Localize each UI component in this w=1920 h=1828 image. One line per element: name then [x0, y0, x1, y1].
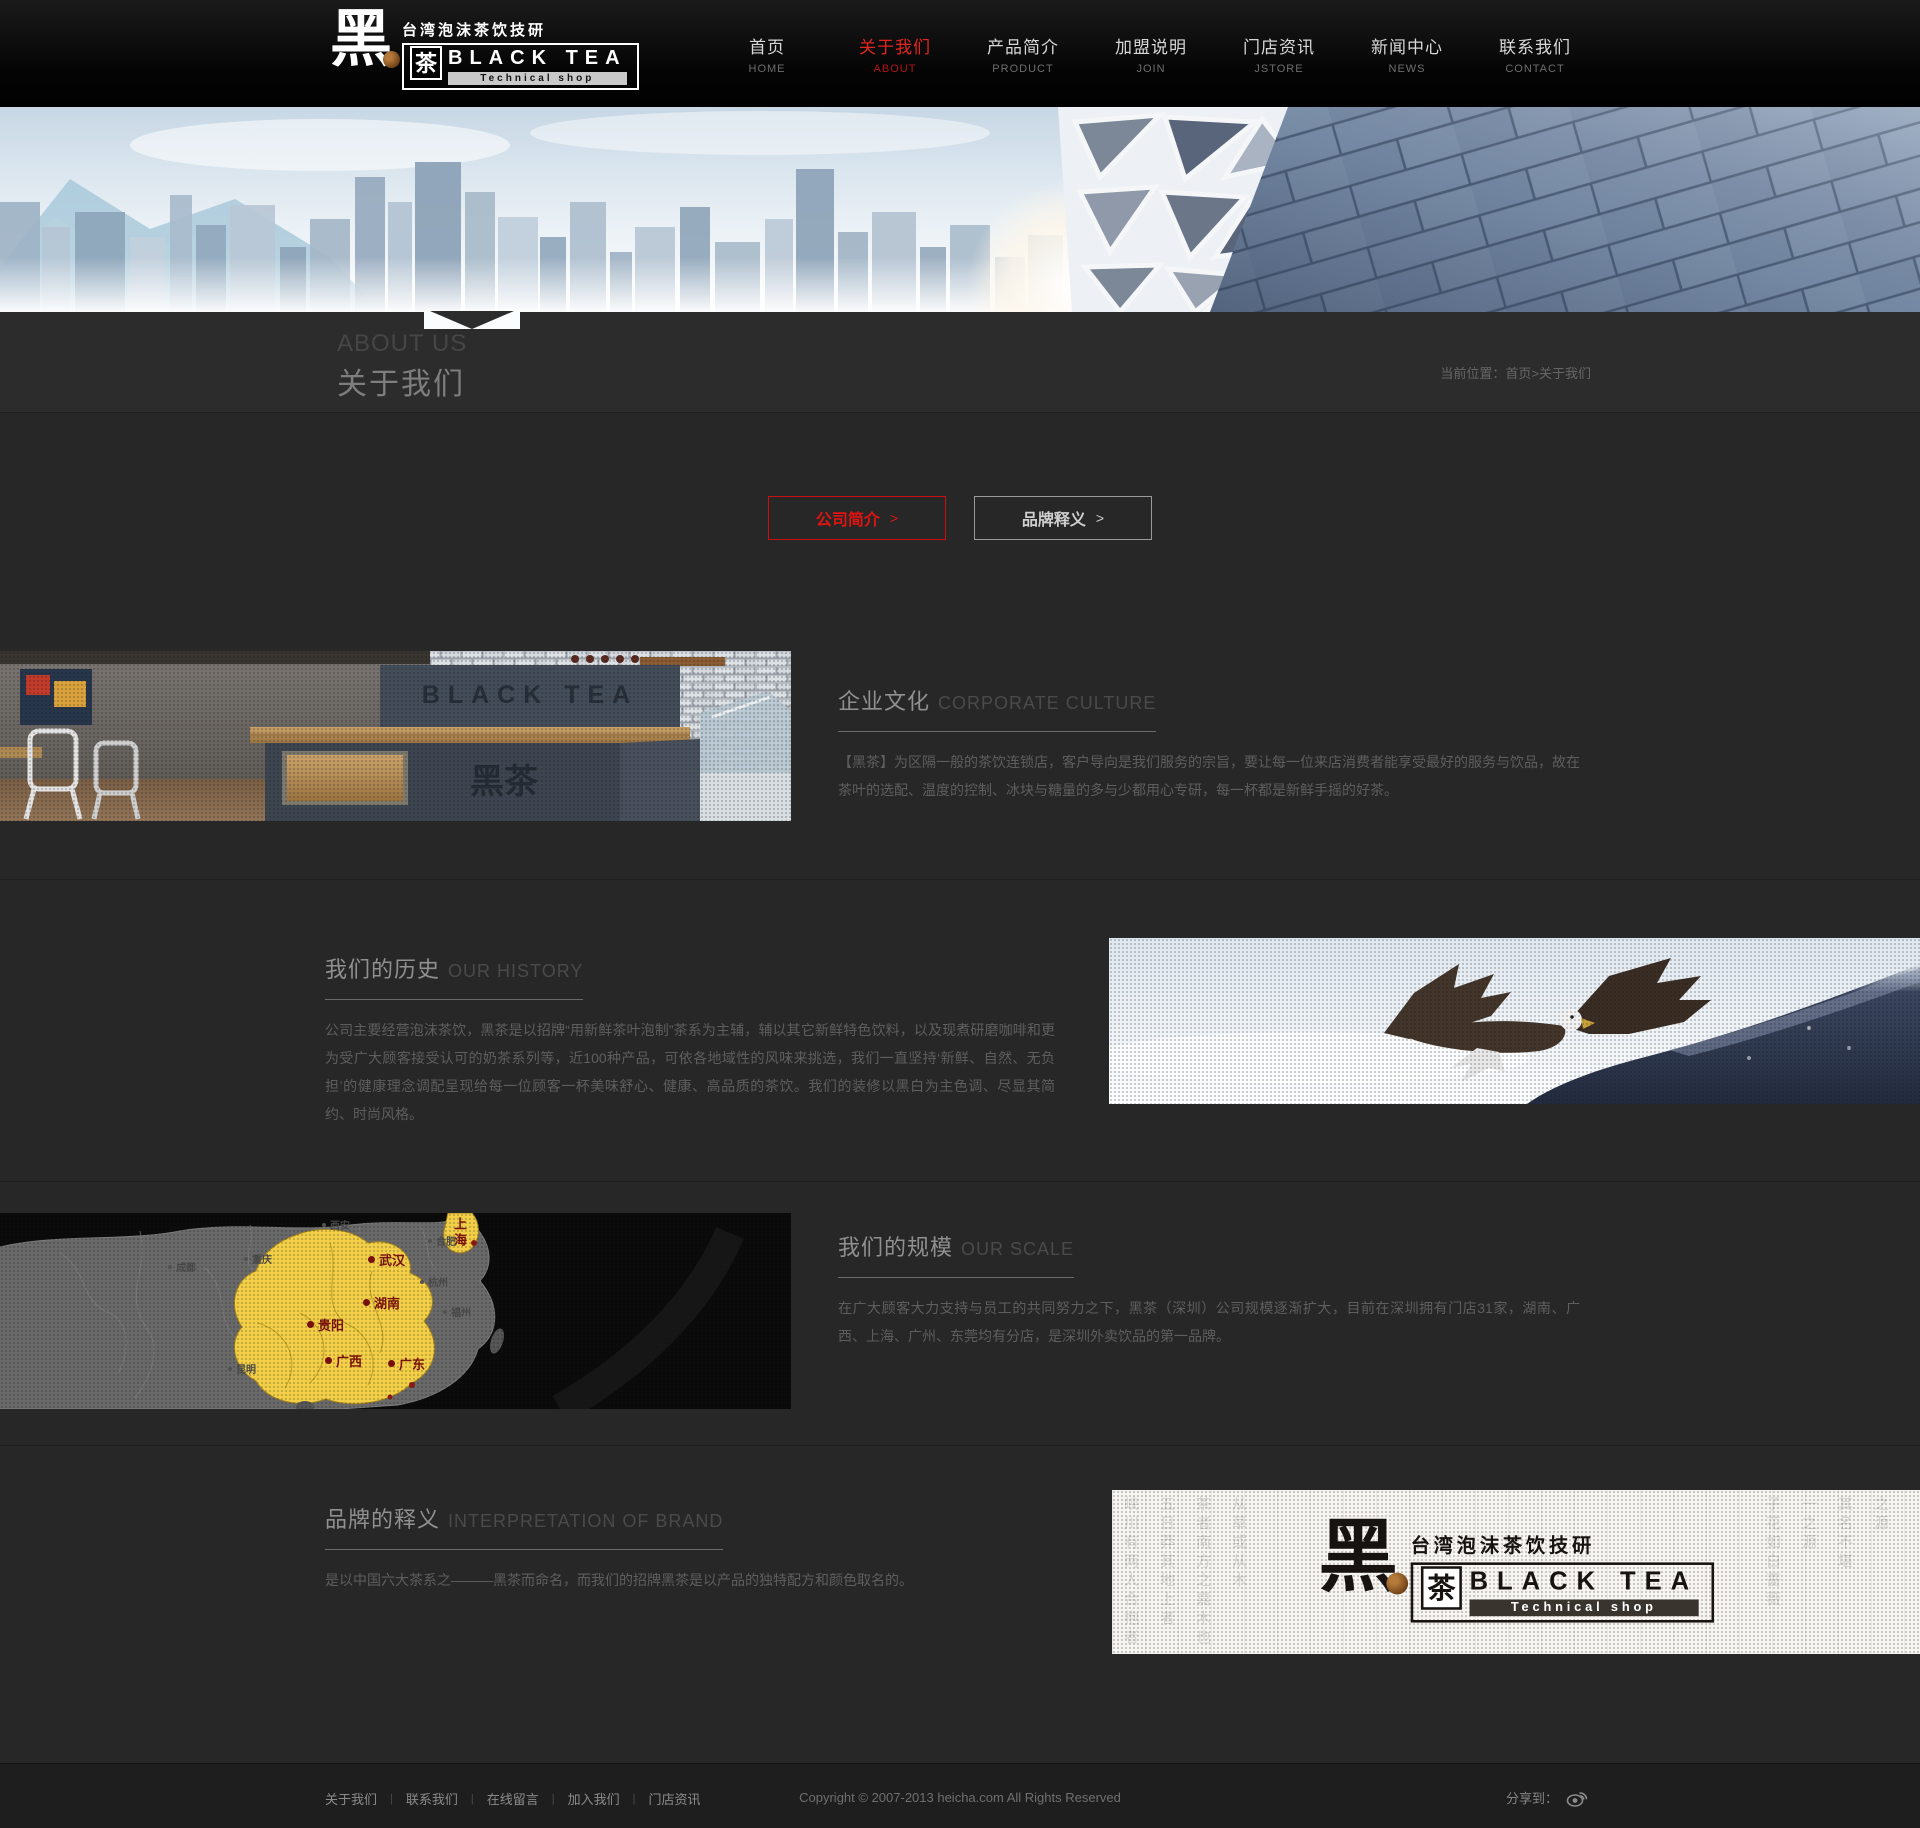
- map-label-xian: 西安: [322, 1217, 350, 1232]
- shop-interior-image: BLACK TEA 黑茶: [0, 651, 791, 821]
- nav-item-contact[interactable]: 联系我们 CONTACT: [1471, 33, 1599, 75]
- brand-banner-image: 峡川有两人合抱者 五日莽其地上者 茶者南方之嘉木也 从草或从木 子花如白蔷薇 一…: [1112, 1490, 1920, 1654]
- footer-link-message[interactable]: 在线留言: [487, 1789, 539, 1808]
- footer-link-contact[interactable]: 联系我们: [406, 1789, 458, 1808]
- logo-black-glyph: 黑: [330, 11, 392, 70]
- map-label-kunming: 昆明: [228, 1361, 256, 1376]
- page-title-section: ABOUT US 关于我们 当前位置：首页>关于我们: [0, 312, 1920, 413]
- footer: 关于我们| 联系我们| 在线留言| 加入我们| 门店资讯 Copyright ©…: [0, 1763, 1920, 1828]
- map-label-chongqing: 重庆: [244, 1251, 272, 1266]
- page-title-en: ABOUT US: [337, 330, 467, 358]
- logo-subtitle: Technical shop: [448, 72, 627, 85]
- section-title: 我们的规模OUR SCALE: [838, 1230, 1074, 1278]
- breadcrumb-home-link[interactable]: 首页: [1505, 366, 1531, 381]
- china-map-image: 上海 武汉 湖南 贵阳 广西 广东 西安 成都 重庆 合肥 杭州 福州 昆明: [0, 1213, 791, 1409]
- map-label-fuzhou: 福州: [443, 1304, 471, 1319]
- logo-tea-box: 茶: [410, 46, 442, 80]
- map-label-hefei: 合肥: [428, 1233, 456, 1248]
- logo-brand-name: BLACK TEA: [1470, 1568, 1699, 1597]
- our-scale-copy: 我们的规模OUR SCALE 在广大顾客大力支持与员工的共同努力之下，黑茶（深圳…: [838, 1230, 1580, 1350]
- section-body: 【黑茶】为区隔一般的茶饮连锁店，客户导向是我们服务的宗旨，要让每一位来店消费者能…: [838, 748, 1580, 804]
- nav-item-jstore[interactable]: 门店资讯 JSTORE: [1215, 33, 1343, 75]
- section-title: 品牌的释义INTERPRETATION OF BRAND: [325, 1502, 723, 1550]
- map-label-hangzhou: 杭州: [420, 1274, 448, 1289]
- brand-meaning-copy: 品牌的释义INTERPRETATION OF BRAND 是以中国六大茶系之——…: [325, 1502, 1087, 1594]
- chevron-right-icon: >: [1096, 510, 1104, 526]
- section-body: 是以中国六大茶系之———黑茶而命名，而我们的招牌黑茶是以产品的独特配方和颜色取名…: [325, 1566, 1087, 1594]
- hero-banner-image: [0, 107, 1920, 312]
- about-tabs: 公司简介 > 品牌释义 >: [0, 496, 1920, 540]
- eagle-image: [1109, 938, 1920, 1104]
- banner-notch: [424, 311, 520, 329]
- page-title: 关于我们: [337, 359, 465, 403]
- coffee-bean-icon: [1386, 1573, 1408, 1595]
- copyright-text: Copyright © 2007-2013 heicha.com All Rig…: [799, 1790, 1121, 1805]
- breadcrumb: 当前位置：首页>关于我们: [1440, 363, 1591, 382]
- our-history-copy: 我们的历史OUR HISTORY 公司主要经营泡沫茶饮，黑茶是以招牌“用新鲜茶叶…: [325, 952, 1055, 1128]
- svg-text:黑茶: 黑茶: [470, 763, 539, 801]
- section-title: 我们的历史OUR HISTORY: [325, 952, 583, 1000]
- hero-banner: [0, 107, 1920, 312]
- nav-item-join[interactable]: 加盟说明 JOIN: [1087, 33, 1215, 75]
- logo-tagline: 台湾泡沫茶饮技研: [402, 19, 639, 40]
- map-label-hunan: 湖南: [363, 1293, 400, 1312]
- section-our-scale: 上海 武汉 湖南 贵阳 广西 广东 西安 成都 重庆 合肥 杭州 福州 昆明 我…: [0, 1181, 1920, 1445]
- section-brand-meaning: 品牌的释义INTERPRETATION OF BRAND 是以中国六大茶系之——…: [0, 1445, 1920, 1763]
- map-label-wuhan: 武汉: [368, 1250, 405, 1269]
- map-label-guangxi: 广西: [325, 1351, 362, 1370]
- map-label-guangdong: 广东: [388, 1354, 425, 1373]
- coffee-bean-icon: [383, 51, 400, 68]
- main-nav: 首页 HOME 关于我们 ABOUT 产品简介 PRODUCT 加盟说明 JOI…: [703, 0, 1599, 107]
- footer-link-stores[interactable]: 门店资讯: [649, 1789, 701, 1808]
- nav-item-product[interactable]: 产品简介 PRODUCT: [959, 33, 1087, 75]
- corporate-culture-copy: 企业文化CORPORATE CULTURE 【黑茶】为区隔一般的茶饮连锁店，客户…: [838, 684, 1580, 804]
- map-label-chengdu: 成都: [168, 1259, 196, 1274]
- svg-text:BLACK TEA: BLACK TEA: [422, 681, 638, 709]
- logo-black-glyph: 黑: [1319, 1521, 1398, 1596]
- nav-item-news[interactable]: 新闻中心 NEWS: [1343, 33, 1471, 75]
- section-body: 在广大顾客大力支持与员工的共同努力之下，黑茶（深圳）公司规模逐渐扩大，目前在深圳…: [838, 1294, 1580, 1350]
- footer-links: 关于我们| 联系我们| 在线留言| 加入我们| 门店资讯: [325, 1789, 701, 1808]
- logo-tagline: 台湾泡沫茶饮技研: [1411, 1532, 1714, 1559]
- main-content: 公司简介 > 品牌释义 >: [0, 413, 1920, 1763]
- map-label-guiyang: 贵阳: [307, 1315, 344, 1334]
- footer-link-about[interactable]: 关于我们: [325, 1789, 377, 1808]
- brand-banner-logo: 黑 台湾泡沫茶饮技研 茶 BLACK TEA Technical shop: [1319, 1521, 1714, 1622]
- nav-item-home[interactable]: 首页 HOME: [703, 33, 831, 75]
- section-corporate-culture: BLACK TEA 黑茶 企业文化CORPORATE CULTURE 【黑茶】为…: [0, 634, 1920, 879]
- share-label: 分享到：: [1506, 1788, 1558, 1807]
- footer-link-join[interactable]: 加入我们: [568, 1789, 620, 1808]
- top-navbar: 黑 台湾泡沫茶饮技研 茶 BLACK TEA Technical shop 首页…: [0, 0, 1920, 107]
- tab-brand-meaning[interactable]: 品牌释义 >: [974, 496, 1152, 540]
- weibo-icon[interactable]: [1566, 1789, 1588, 1807]
- section-body: 公司主要经营泡沫茶饮，黑茶是以招牌“用新鲜茶叶泡制”茶系为主辅，辅以其它新鲜特色…: [325, 1016, 1055, 1128]
- logo-tea-box: 茶: [1421, 1566, 1462, 1610]
- nav-item-about[interactable]: 关于我们 ABOUT: [831, 33, 959, 75]
- section-our-history: 我们的历史OUR HISTORY 公司主要经营泡沫茶饮，黑茶是以招牌“用新鲜茶叶…: [0, 879, 1920, 1181]
- share-bar: 分享到：: [1506, 1788, 1588, 1807]
- site-logo[interactable]: 黑 台湾泡沫茶饮技研 茶 BLACK TEA Technical shop: [330, 11, 639, 90]
- chevron-right-icon: >: [890, 510, 898, 526]
- logo-subtitle: Technical shop: [1470, 1600, 1699, 1617]
- tab-company-intro[interactable]: 公司简介 >: [768, 496, 946, 540]
- section-title: 企业文化CORPORATE CULTURE: [838, 684, 1156, 732]
- logo-brand-name: BLACK TEA: [448, 47, 627, 70]
